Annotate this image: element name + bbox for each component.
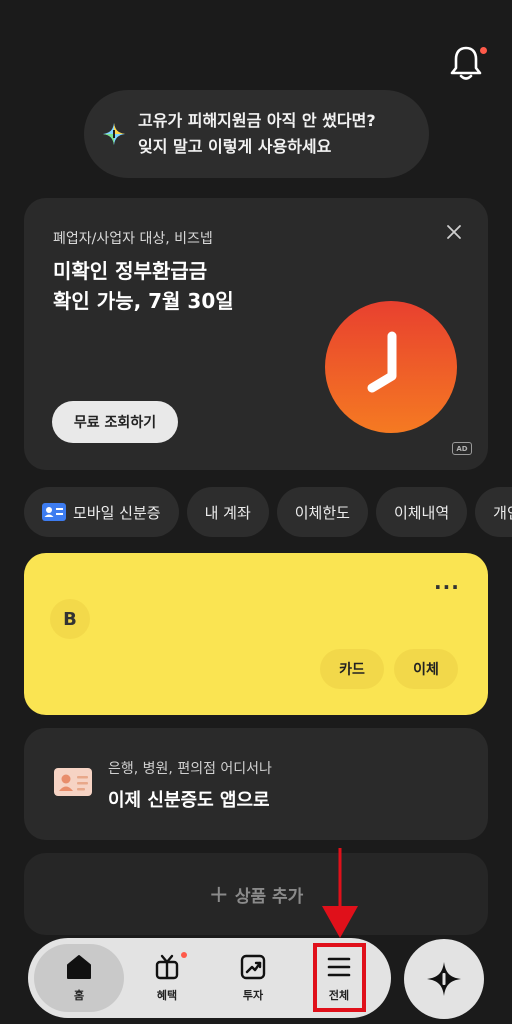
chip-label: 모바일 신분증 [73,503,161,522]
promo-line-2: 잊지 말고 이렇게 사용하세요 [138,137,332,156]
quick-menu-chips: 모바일 신분증 내 계좌 이체한도 이체내역 개인 [24,487,512,537]
ad-card[interactable]: 폐업자/사업자 대상, 비즈넵 미확인 정부환급금 확인 가능, 7월 30일 … [24,198,488,470]
tab-label: 투자 [242,989,264,1002]
tab-benefits[interactable]: 혜택 [122,944,212,1012]
arrow-down-icon [322,848,358,938]
mobile-id-banner[interactable]: 은행, 병원, 편의점 어디서나 이제 신분증도 앱으로 [24,728,488,840]
id-card-icon [42,503,66,521]
chip-my-account[interactable]: 내 계좌 [186,487,269,537]
sparkle-icon [103,123,125,145]
chip-label: 내 계좌 [204,503,251,522]
promo-line-1: 고유가 피해지원금 아직 안 썼다면? [138,111,376,130]
badge-dot [181,952,187,958]
add-product-button[interactable]: + 상품 추가 [24,853,488,935]
plus-icon: + [208,880,229,908]
chip-mobile-id[interactable]: 모바일 신분증 [24,487,179,537]
tab-home[interactable]: 홈 [34,944,124,1012]
transfer-button[interactable]: 이체 [394,649,458,689]
bank-account-card[interactable]: B ··· 카드 이체 [24,553,488,715]
add-product-label: 상품 추가 [234,886,304,907]
chip-transfer-limit[interactable]: 이체한도 [276,487,368,537]
id-banner-subtitle: 은행, 병원, 편의점 어디서나 [108,761,272,777]
ad-badge: AD [452,442,472,455]
bank-logo-letter: B [63,608,77,630]
notification-dot [480,47,487,54]
hamburger-menu-icon [327,957,351,977]
bell-icon[interactable] [449,44,483,82]
close-icon[interactable] [444,222,464,242]
home-icon [67,955,91,979]
promo-text: 고유가 피해지원금 아직 안 썼다면? 잊지 말고 이렇게 사용하세요 [138,108,376,160]
ad-title-line-2: 확인 가능, 7월 30일 [53,289,234,313]
chip-transfer-history[interactable]: 이체내역 [375,487,468,537]
ad-title: 미확인 정부환급금 확인 가능, 7월 30일 [53,256,234,316]
tab-all-menu[interactable]: 전체 [294,944,384,1012]
chart-trend-icon [240,954,266,980]
sparkle-icon [427,962,461,996]
promo-banner[interactable]: 고유가 피해지원금 아직 안 썼다면? 잊지 말고 이렇게 사용하세요 [84,90,429,178]
tab-label: 혜택 [156,989,178,1002]
card-button[interactable]: 카드 [320,649,384,689]
bottom-tab-bar: 홈 혜택 투자 전체 [28,938,391,1018]
tab-label: 전체 [328,989,350,1002]
clock-icon [325,301,457,433]
id-card-icon [54,768,92,796]
chip-personal[interactable]: 개인 [475,487,512,537]
free-inquiry-button[interactable]: 무료 조회하기 [52,401,178,443]
ad-subtitle: 폐업자/사업자 대상, 비즈넵 [53,231,213,247]
chip-label: 이체한도 [294,503,350,522]
chip-label: 개인 [493,503,512,522]
bank-logo: B [50,599,90,639]
id-banner-title: 이제 신분증도 앱으로 [108,790,270,811]
ad-title-line-1: 미확인 정부환급금 [53,259,208,283]
more-options-icon[interactable]: ··· [434,575,460,599]
tab-label: 홈 [73,989,85,1002]
tab-invest[interactable]: 투자 [208,944,298,1012]
tv-gift-icon [155,954,179,980]
ai-assistant-button[interactable] [404,939,484,1019]
chip-label: 이체내역 [393,503,450,522]
